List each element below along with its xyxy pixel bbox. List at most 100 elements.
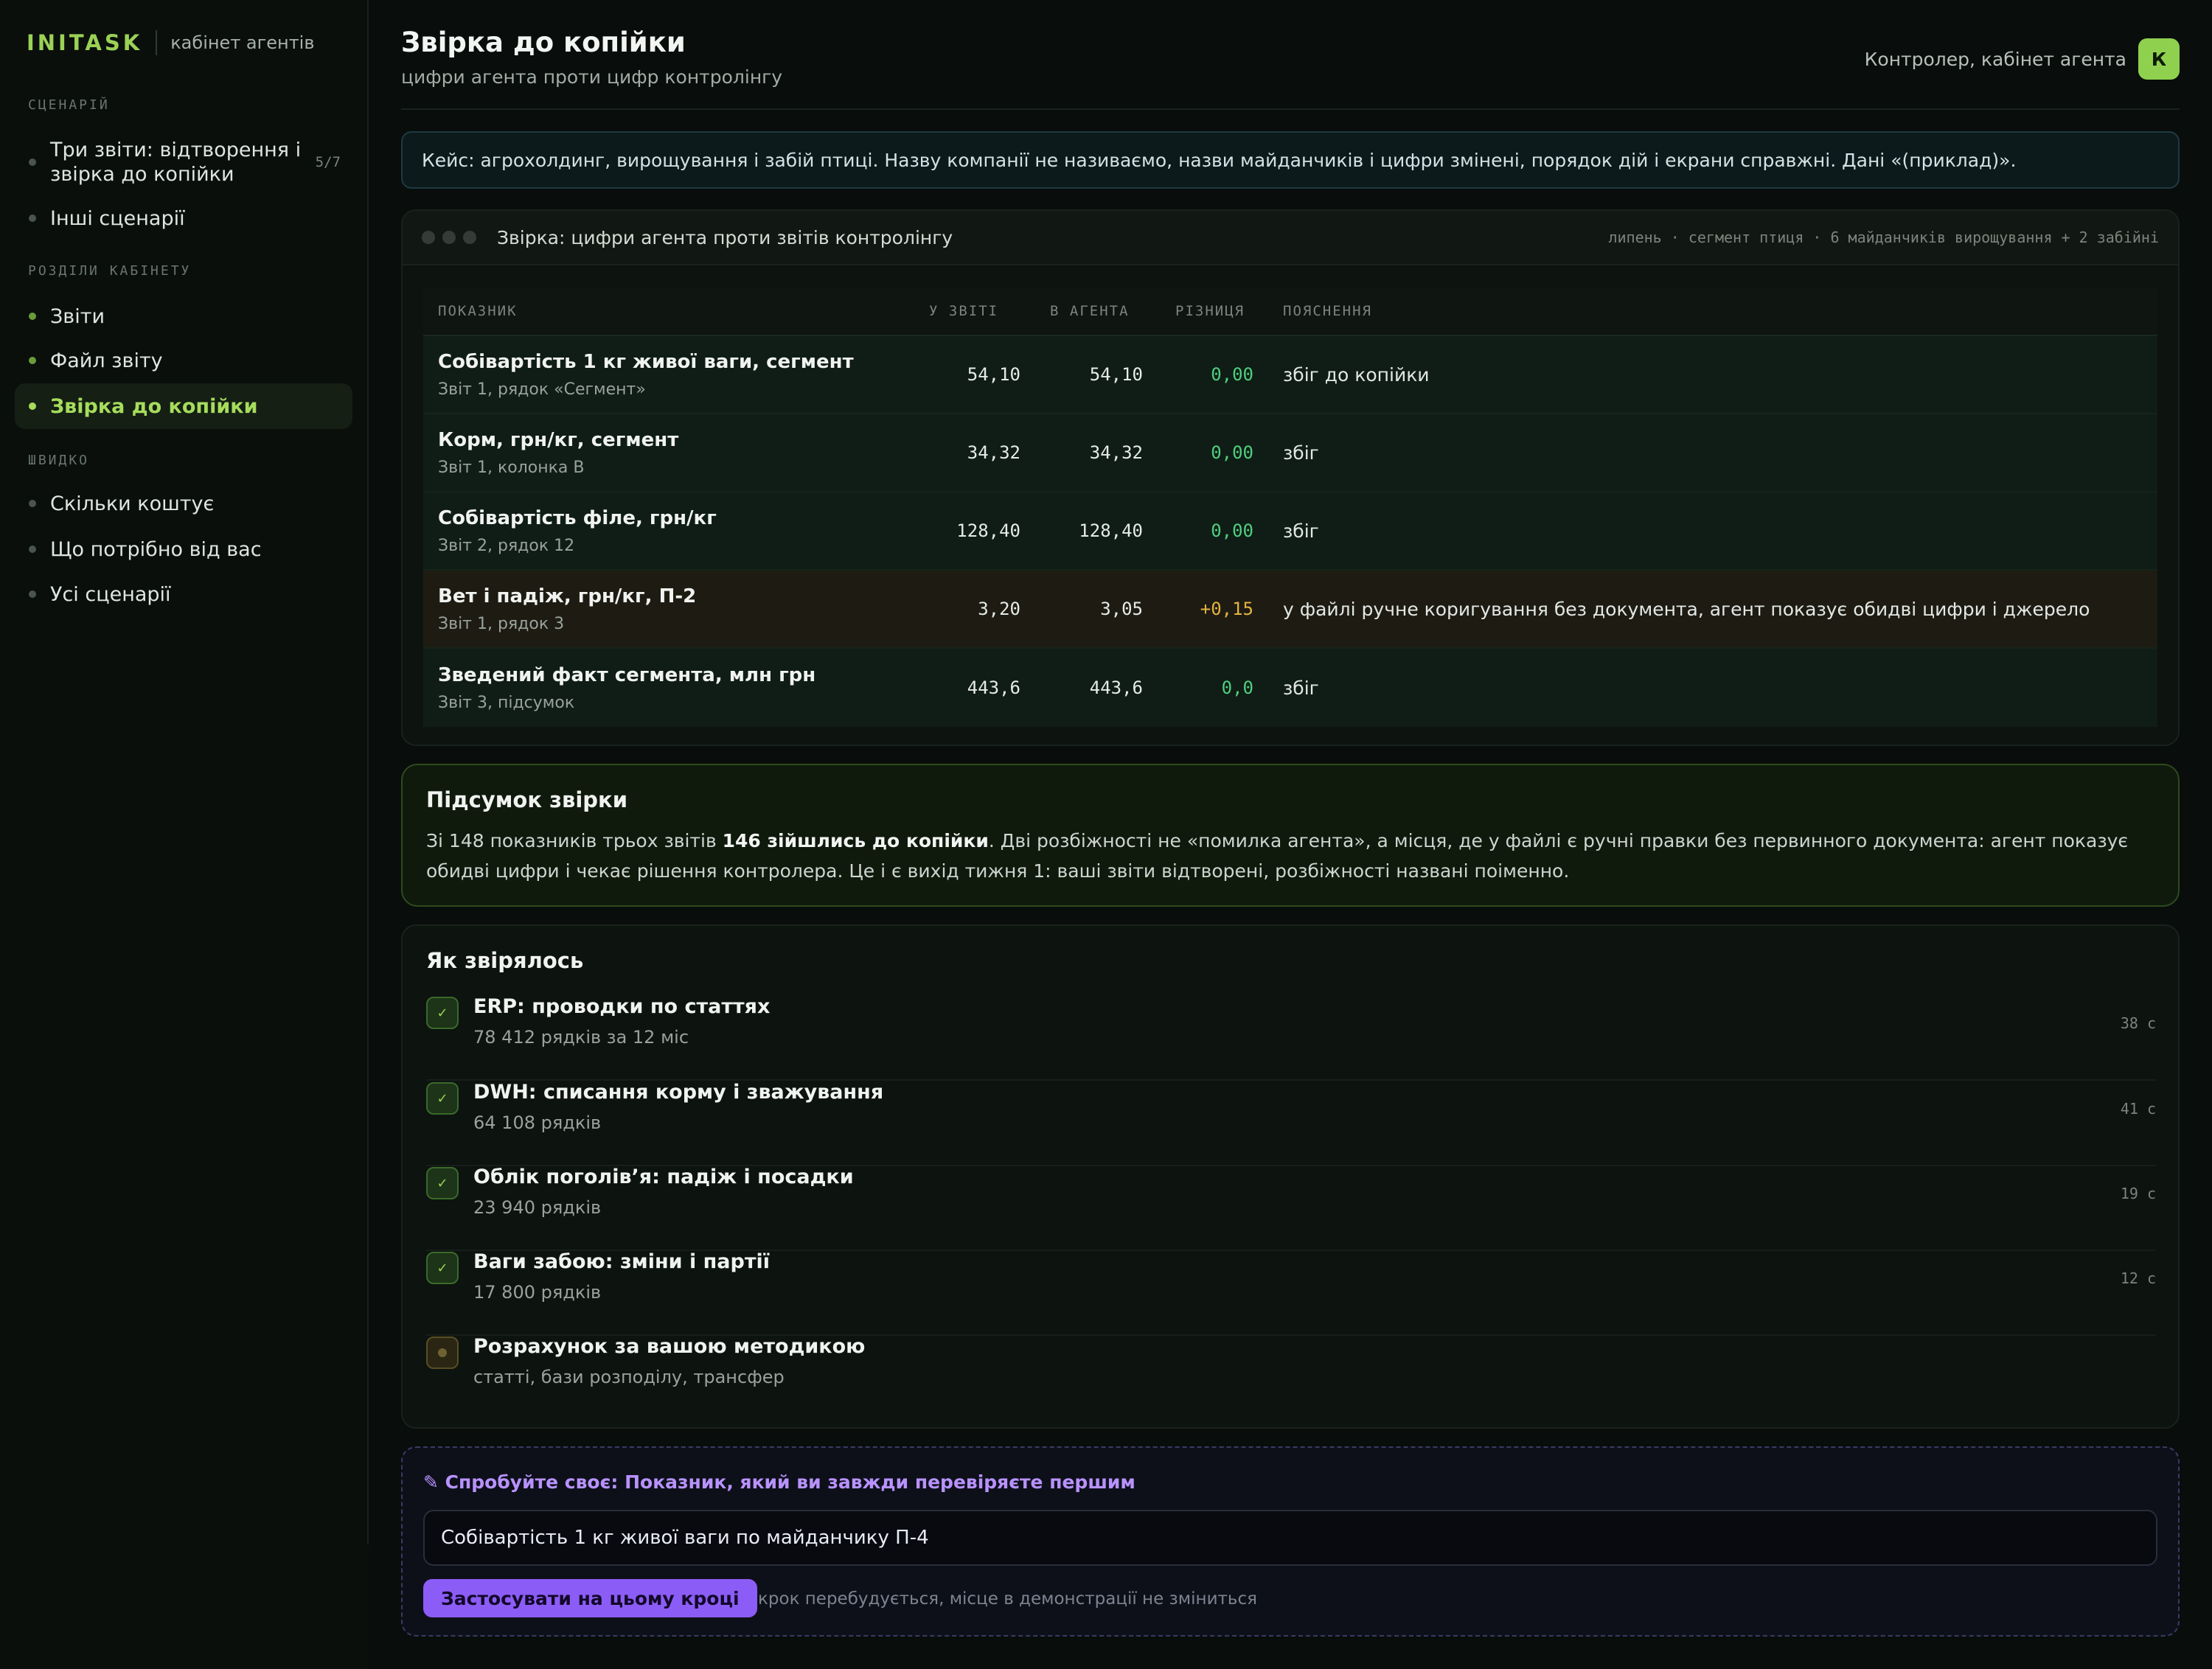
column-header-report: У ЗВІТІ — [929, 303, 999, 319]
step-title: Облік поголів’я: падіж і посадки — [473, 1165, 854, 1188]
brand: INITASK кабінет агентів — [27, 28, 315, 58]
sidebar-item-label: Звіти — [50, 304, 105, 328]
sidebar-item-label: Звірка до копійки — [50, 394, 258, 418]
card-header: Звірка: цифри агента проти звітів контро… — [403, 211, 2178, 265]
page-subtitle: цифри агента проти цифр контролінгу — [401, 66, 783, 88]
column-header-note: ПОЯСНЕННЯ — [1283, 303, 1372, 319]
user-menu[interactable]: Контролер, кабінет агента К — [1865, 38, 2180, 80]
step-title: ERP: проводки по статтях — [473, 995, 771, 1018]
row-source: Звіт 1, колонка B — [438, 458, 585, 477]
card-title: Звірка: цифри агента проти звітів контро… — [497, 226, 953, 248]
step-subtitle: 17 800 рядків — [473, 1282, 602, 1303]
row-source: Звіт 2, рядок 12 — [438, 536, 575, 555]
brand-subtitle: кабінет агентів — [170, 32, 315, 53]
reconciliation-summary: Підсумок звірки Зі 148 показників трьох … — [401, 764, 2180, 907]
sidebar-divider — [367, 0, 369, 1544]
summary-text: Зі 148 показників трьох звітів 146 зійшл… — [426, 830, 2129, 882]
sidebar-item-requirements[interactable]: Що потрібно від вас — [15, 534, 352, 564]
step-duration: 38 с — [2120, 1014, 2156, 1032]
sidebar-item-report-file[interactable]: Файл звіту — [15, 346, 352, 375]
step-item: ✓ Ваги забою: зміни і партії 17 800 рядкі… — [426, 1250, 2156, 1336]
column-header-diff: РІЗНИЦЯ — [1175, 303, 1245, 319]
bullet-icon — [29, 500, 36, 507]
sidebar-item-all-scenarios[interactable]: Усі сценарії — [15, 579, 352, 609]
table-row[interactable]: Собівартість філе, грн/кг Звіт 2, рядок 1… — [423, 492, 2157, 571]
step-title: Розрахунок за вашою методикою — [473, 1335, 866, 1358]
summary-title: Підсумок звірки — [426, 787, 628, 812]
table-header: ПОКАЗНИК У ЗВІТІ В АГЕНТА РІЗНИЦЯ ПОЯСНЕ… — [423, 288, 2157, 336]
try-hint: крок перебудується, місце в демонстрації… — [758, 1589, 1257, 1609]
bullet-icon — [29, 590, 36, 598]
step-title: Ваги забою: зміни і партії — [473, 1250, 770, 1273]
column-header-indicator: ПОКАЗНИК — [438, 303, 518, 319]
nav-section-scenario: СЦЕНАРІЙ — [28, 97, 110, 113]
try-your-own-panel: ✎ Спробуйте своє: Показник, який ви завж… — [401, 1446, 2180, 1637]
step-title: DWH: списання корму і зважування — [473, 1081, 884, 1104]
progress-count: 5/7 — [315, 154, 341, 170]
step-duration: 19 с — [2120, 1185, 2156, 1202]
page-title: Звірка до копійки — [401, 27, 686, 58]
sidebar-item-other-scenarios[interactable]: Інші сценарії — [15, 203, 352, 233]
reconciliation-steps: Як звірялось ✓ ERP: проводки по статтях 7… — [401, 924, 2180, 1429]
sidebar-item-label: Три звіти: відтворення і звірка до копій… — [50, 139, 302, 186]
steps-title: Як звірялось — [426, 948, 584, 973]
sidebar-item-reports[interactable]: Звіти — [15, 302, 352, 331]
nav-section-cabinet: РОЗДІЛИ КАБІНЕТУ — [28, 263, 192, 279]
row-agent-value: 443,6 — [1089, 677, 1143, 698]
check-icon: ✓ — [426, 1082, 459, 1115]
header-divider — [401, 108, 2180, 110]
row-source: Звіт 3, підсумок — [438, 693, 575, 712]
row-report-value: 443,6 — [967, 677, 1020, 698]
step-item: ✓ DWH: списання корму і зважування 64 108… — [426, 1081, 2156, 1166]
step-subtitle: статті, бази розподілу, трансфер — [473, 1367, 785, 1387]
brand-logo[interactable]: INITASK — [27, 30, 142, 55]
column-header-agent: В АГЕНТА — [1050, 303, 1130, 319]
sidebar: INITASK кабінет агентів СЦЕНАРІЙ Три зві… — [0, 0, 369, 1669]
table-row-discrepancy[interactable]: Вет і падіж, грн/кг, П-2 Звіт 1, рядок 3 … — [423, 571, 2157, 649]
row-indicator: Собівартість 1 кг живої ваги, сегмент — [438, 350, 854, 373]
row-agent-value: 54,10 — [1089, 364, 1143, 385]
avatar[interactable]: К — [2138, 38, 2180, 80]
row-note: збіг до копійки — [1283, 363, 1430, 386]
sidebar-item-three-reports[interactable]: Три звіти: відтворення і звірка до копій… — [15, 137, 352, 187]
row-diff-value: 0,00 — [1211, 364, 1253, 385]
sidebar-item-label: Інші сценарії — [50, 206, 185, 230]
user-role: Контролер, кабінет агента — [1864, 48, 2126, 70]
row-indicator: Корм, грн/кг, сегмент — [438, 428, 679, 451]
step-subtitle: 64 108 рядків — [473, 1112, 602, 1133]
indicator-input[interactable] — [423, 1510, 2157, 1566]
row-report-value: 3,20 — [978, 599, 1020, 619]
pending-icon — [426, 1337, 459, 1369]
row-note: збіг — [1283, 442, 1319, 464]
check-icon: ✓ — [426, 1252, 459, 1284]
row-diff-value: 0,00 — [1211, 520, 1253, 541]
row-diff-value: 0,00 — [1211, 442, 1253, 463]
row-agent-value: 3,05 — [1100, 599, 1143, 619]
reconciliation-table: ПОКАЗНИК У ЗВІТІ В АГЕНТА РІЗНИЦЯ ПОЯСНЕ… — [423, 288, 2157, 727]
row-note: збіг — [1283, 677, 1319, 699]
step-subtitle: 78 412 рядків за 12 міс — [473, 1027, 689, 1048]
sidebar-item-pricing[interactable]: Скільки коштує — [15, 489, 352, 518]
card-meta: липень · сегмент птиця · 6 майданчиків в… — [1608, 229, 2159, 246]
try-title: ✎ Спробуйте своє: Показник, який ви завж… — [423, 1471, 1135, 1493]
row-source: Звіт 1, рядок 3 — [438, 614, 565, 633]
step-item: ✓ Облік поголів’я: падіж і посадки 23 940… — [426, 1165, 2156, 1251]
check-icon: ✓ — [426, 1167, 459, 1199]
bullet-icon — [29, 403, 36, 410]
bullet-icon — [29, 158, 36, 166]
bullet-icon — [29, 546, 36, 553]
bullet-icon — [29, 313, 36, 320]
table-row[interactable]: Собівартість 1 кг живої ваги, сегмент Зві… — [423, 336, 2157, 414]
step-duration: 41 с — [2120, 1100, 2156, 1118]
sidebar-item-reconciliation[interactable]: Звірка до копійки — [15, 383, 352, 429]
window-dots-icon — [422, 231, 484, 244]
sidebar-item-label: Що потрібно від вас — [50, 537, 262, 561]
nav-section-quick: ШВИДКО — [28, 453, 90, 468]
table-row[interactable]: Зведений факт сегмента, млн грн Звіт 3, п… — [423, 649, 2157, 727]
bullet-icon — [29, 357, 36, 364]
row-indicator: Собівартість філе, грн/кг — [438, 506, 717, 529]
row-note: у файлі ручне коригування без документа,… — [1283, 598, 2090, 620]
table-row[interactable]: Корм, грн/кг, сегмент Звіт 1, колонка B 3… — [423, 414, 2157, 492]
apply-step-button[interactable]: Застосувати на цьому кроці — [423, 1579, 757, 1617]
summary-highlight: 146 зійшлись до копійки — [722, 830, 989, 851]
